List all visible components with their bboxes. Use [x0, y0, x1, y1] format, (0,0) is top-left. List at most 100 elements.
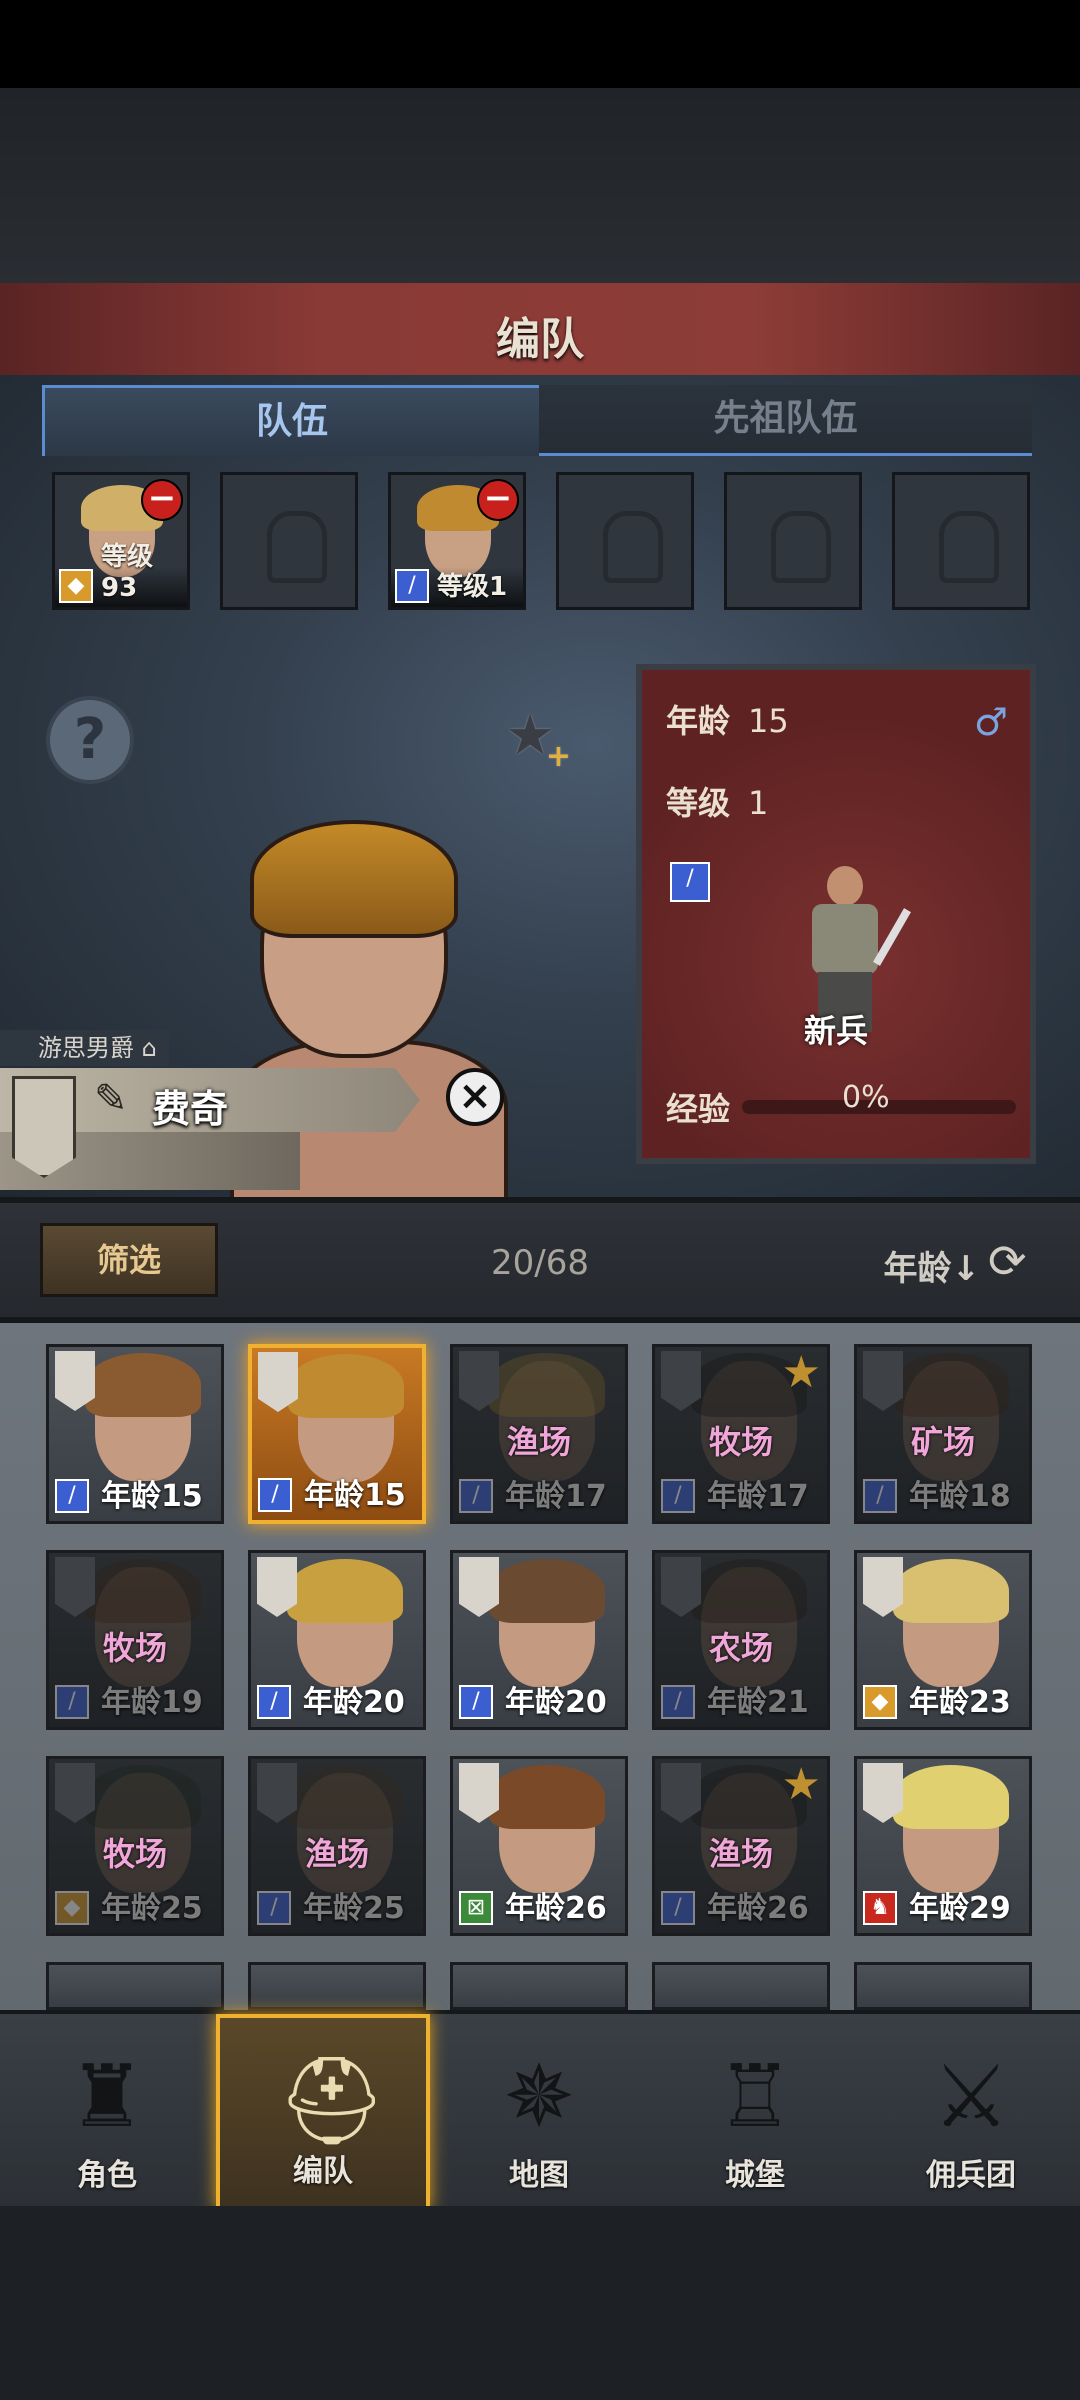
job-label: 渔场 [506, 1423, 571, 1461]
sword-icon: / [55, 1685, 89, 1719]
job-label: 牧场 [102, 1629, 167, 1667]
sword-icon: / [257, 1891, 291, 1925]
roster-card[interactable]: 渔场 / 年龄25 [248, 1756, 426, 1936]
male-icon: ♂ [973, 700, 1008, 744]
nav-label: 角色 [77, 2158, 137, 2193]
sword-icon: / [661, 1479, 695, 1513]
party-slot[interactable]: − ◆ 等级93 [52, 472, 190, 610]
age-row: 年龄 15 [666, 702, 789, 740]
sword-icon: / [459, 1479, 493, 1513]
nav-label: 佣兵团 [926, 2158, 1016, 2193]
party-slot[interactable] [724, 472, 862, 610]
bottom-nav: ♜ 角色 ⛑ 编队 ✵ 地图 ♖ 城堡 ⚔ 佣兵团 [0, 2010, 1080, 2210]
tab-bar: 队伍 先祖队伍 [42, 385, 1032, 457]
roster-card[interactable]: 矿场 / 年龄18 [854, 1344, 1032, 1524]
job-label: 牧场 [708, 1423, 773, 1461]
remove-member-icon[interactable]: − [477, 479, 519, 521]
class-name: 新兵 [803, 1012, 868, 1050]
favorite-add-icon[interactable]: ★ + [505, 706, 571, 772]
remove-member-icon[interactable]: − [141, 479, 183, 521]
filter-bar: 筛选 20/68 年龄↓ ⟳ [0, 1197, 1080, 1323]
age-label: 年龄18 [909, 1479, 1011, 1514]
age-label: 年龄26 [505, 1891, 607, 1926]
age-label: 年龄25 [303, 1891, 405, 1926]
exp-label: 经验 [666, 1090, 731, 1128]
roster-card[interactable] [450, 1962, 628, 2010]
age-label: 年龄17 [505, 1479, 607, 1514]
member-level: 等级1 [437, 572, 508, 602]
roster-card[interactable] [46, 1962, 224, 2010]
star-icon: ★ [781, 1759, 821, 1810]
roster-card[interactable]: ★ 渔场 / 年龄26 [652, 1756, 830, 1936]
edit-name-icon[interactable]: ✎ [94, 1076, 146, 1124]
roster-card[interactable]: 牧场 / 年龄19 [46, 1550, 224, 1730]
knight-icon: ♜ [68, 2047, 146, 2147]
mercenary-icon: ⚔ [932, 2047, 1010, 2147]
class-badge: / [670, 862, 710, 902]
roster-card[interactable] [248, 1962, 426, 2010]
roster-card[interactable] [652, 1962, 830, 2010]
roster-card[interactable]: 农场 / 年龄21 [652, 1550, 830, 1730]
sword-icon: / [863, 1479, 897, 1513]
roster-card[interactable]: / 年龄20 [450, 1550, 628, 1730]
sword-icon: / [258, 1478, 292, 1512]
nav-label: 编队 [293, 2154, 353, 2189]
age-label: 年龄15 [101, 1479, 203, 1514]
age-label: 年龄20 [303, 1685, 405, 1720]
refresh-icon[interactable]: ⟳ [988, 1237, 1040, 1289]
tab-party[interactable]: 队伍 [42, 385, 542, 456]
roster-card[interactable]: 牧场 ◆ 年龄25 [46, 1756, 224, 1936]
sword-icon: / [661, 1891, 695, 1925]
roster-card[interactable]: 渔场 / 年龄17 [450, 1344, 628, 1524]
nav-knight[interactable]: ♜ 角色 [0, 2014, 214, 2210]
shield-icon: ◆ [59, 569, 93, 603]
age-label: 年龄20 [505, 1685, 607, 1720]
roster-card[interactable]: / 年龄15 [46, 1344, 224, 1524]
sword-icon: / [395, 569, 429, 603]
age-label: 年龄19 [101, 1685, 203, 1720]
roster-card[interactable]: / 年龄15 [248, 1344, 426, 1524]
help-button[interactable]: ? [46, 696, 134, 784]
roster-card[interactable]: ♞ 年龄29 [854, 1756, 1032, 1936]
nav-compass[interactable]: ✵ 地图 [432, 2014, 646, 2210]
nav-castle[interactable]: ♖ 城堡 [648, 2014, 862, 2210]
age-label: 年龄17 [707, 1479, 809, 1514]
party-slot[interactable] [220, 472, 358, 610]
sword-icon: / [459, 1685, 493, 1719]
sort-button[interactable]: 年龄↓ [884, 1241, 981, 1290]
member-level: 等级93 [101, 542, 154, 603]
roster-card[interactable]: / 年龄20 [248, 1550, 426, 1730]
party-slot[interactable]: − / 等级1 [388, 472, 526, 610]
roster-card[interactable]: ◆ 年龄23 [854, 1550, 1032, 1730]
roster-card[interactable] [854, 1962, 1032, 2010]
roster-card[interactable]: ★ 牧场 / 年龄17 [652, 1344, 830, 1524]
age-label: 年龄25 [101, 1891, 203, 1926]
exp-percent: 0% [842, 1080, 890, 1115]
top-backdrop [0, 88, 1080, 288]
nav-mercenary[interactable]: ⚔ 佣兵团 [864, 2014, 1078, 2210]
status-bar [0, 0, 1080, 88]
job-label: 渔场 [708, 1835, 773, 1873]
bottom-backdrop [0, 2206, 1080, 2400]
title-banner: 编队 [0, 283, 1080, 379]
party-slot[interactable] [556, 472, 694, 610]
roster-card[interactable]: ⊠ 年龄26 [450, 1756, 628, 1936]
job-label: 矿场 [910, 1423, 975, 1461]
horse-icon: ♞ [863, 1891, 897, 1925]
noble-title: 游思男爵 ⌂ [0, 1030, 169, 1066]
sword-icon: / [661, 1685, 695, 1719]
sword-icon: / [257, 1685, 291, 1719]
helmet-icon: ⛑ [277, 2051, 387, 2151]
nav-label: 城堡 [725, 2158, 785, 2193]
hero-banner-shield[interactable] [12, 1076, 76, 1178]
nav-helmet[interactable]: ⛑ 编队 [216, 2014, 430, 2210]
age-label: 年龄23 [909, 1685, 1011, 1720]
remove-hero-button[interactable]: × [446, 1068, 504, 1126]
party-slot[interactable] [892, 472, 1030, 610]
star-icon: ★ [781, 1347, 821, 1398]
tab-ancestor-party[interactable]: 先祖队伍 [539, 385, 1032, 456]
job-label: 渔场 [304, 1835, 369, 1873]
castle-icon: ♖ [716, 2047, 794, 2147]
job-label: 牧场 [102, 1835, 167, 1873]
job-label: 农场 [708, 1629, 773, 1667]
